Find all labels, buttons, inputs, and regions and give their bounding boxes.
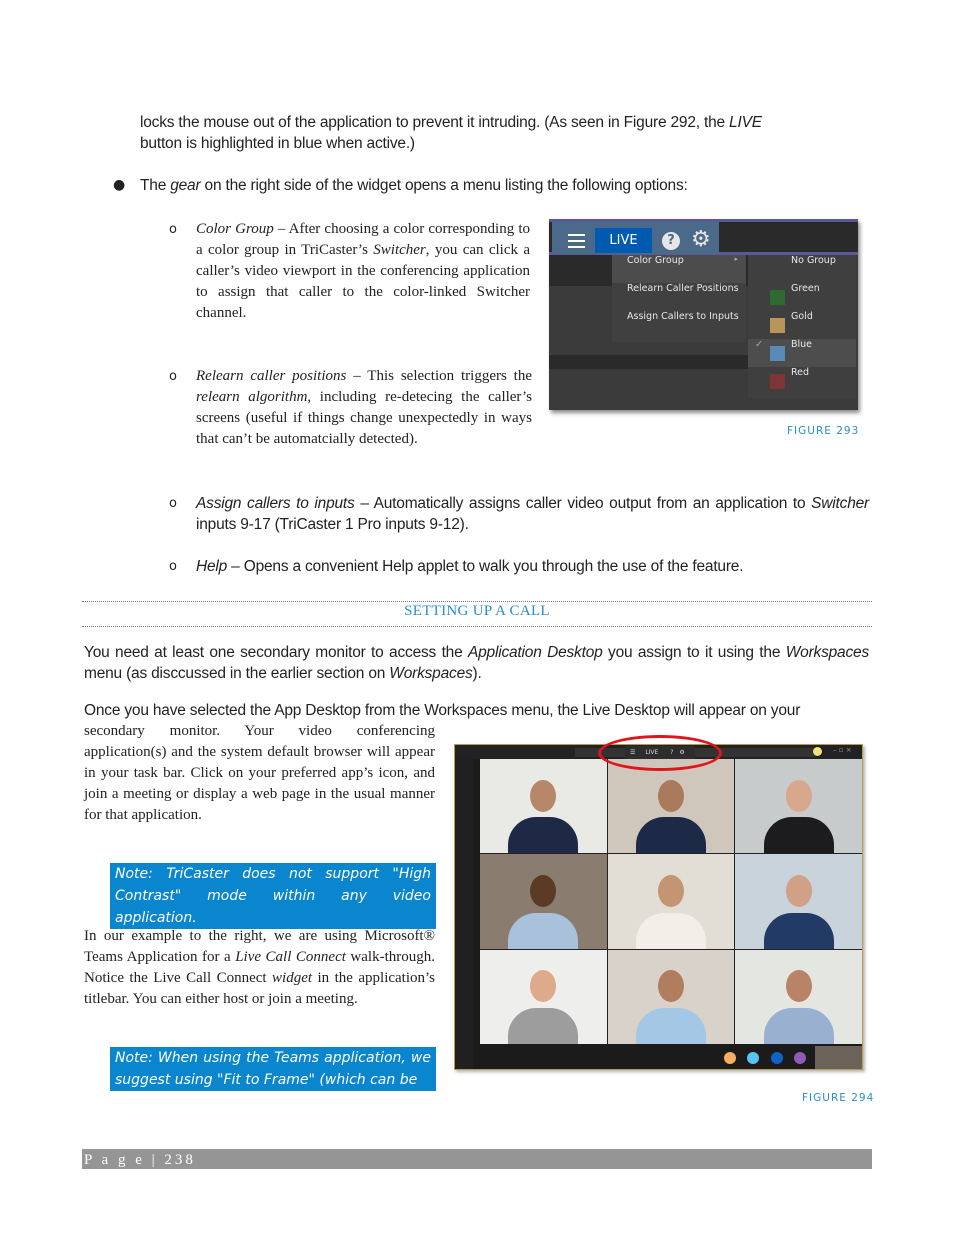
color-swatch [770, 346, 785, 361]
color-swatch [770, 374, 785, 389]
color-option-no-group[interactable]: No Group [748, 255, 856, 283]
gear-icon[interactable]: ⚙ [691, 229, 711, 251]
participant-tile[interactable] [480, 854, 607, 949]
option-relearn: Relearn caller positions – This selectio… [196, 368, 532, 447]
participant-tile[interactable] [480, 949, 607, 1044]
section-divider-bottom [82, 626, 872, 627]
sub-bullet-icon: o [169, 496, 177, 511]
live-button[interactable]: LIVE [595, 228, 652, 253]
sub-bullet-icon: o [169, 559, 177, 574]
section-divider-top [82, 601, 872, 602]
sub-bullet-icon: o [169, 369, 177, 384]
option-assign-callers: Assign callers to inputs – Automatically… [196, 495, 869, 533]
reaction-dot[interactable] [724, 1052, 736, 1064]
sub-bullet-icon: o [169, 222, 177, 237]
live-call-widget: LIVE ? ⚙ [552, 222, 719, 254]
color-option-red[interactable]: Red [748, 367, 856, 395]
highlight-ellipse [598, 735, 722, 771]
figure-294-teams-screenshot: ☰ LIVE ? ⚙ – ▫ × [454, 744, 863, 1070]
page-number: P a g e | 238 [84, 1152, 196, 1168]
paragraph-secondary-monitor: You need at least one secondary monitor … [84, 644, 869, 682]
background-strip [549, 355, 749, 369]
paragraph-app-desktop-cont: secondary monitor. Your video conferenci… [84, 723, 435, 823]
color-swatch [770, 290, 785, 305]
figure-293-screenshot: LIVE ? ⚙ Color Group ▸ Relearn Caller Po… [549, 219, 858, 410]
note-high-contrast: Note: TriCaster does not support "High C… [110, 863, 436, 929]
submenu-arrow-icon: ▸ [734, 255, 738, 263]
color-option-gold[interactable]: Gold [748, 311, 856, 339]
note-fit-to-frame: Note: When using the Teams application, … [110, 1047, 436, 1091]
menu-item-color-group[interactable]: Color Group ▸ [612, 255, 746, 283]
color-swatch [770, 318, 785, 333]
option-help: Help – Opens a convenient Help applet to… [196, 558, 744, 575]
window-controls[interactable]: – ▫ × [833, 746, 852, 754]
intro-paragraph: locks the mouse out of the application t… [140, 114, 762, 152]
reaction-dot[interactable] [771, 1052, 783, 1064]
color-option-blue[interactable]: ✓ Blue [748, 339, 856, 367]
section-heading: SETTING UP A CALL [404, 603, 550, 619]
page-footer-bar [82, 1149, 872, 1169]
participant-tile[interactable] [607, 949, 735, 1044]
figure-293-caption: FIGURE 293 [787, 425, 860, 437]
check-icon: ✓ [755, 339, 763, 350]
hamburger-icon[interactable] [568, 234, 585, 248]
option-color-group: Color Group – After choosing a color cor… [196, 221, 531, 321]
menu-item-assign[interactable]: Assign Callers to Inputs [612, 311, 746, 339]
color-group-submenu: No Group Green Gold ✓ Blue Red [748, 255, 856, 398]
figure-294-caption: FIGURE 294 [802, 1092, 875, 1104]
participant-tile[interactable] [607, 854, 735, 949]
paragraph-teams-example: In our example to the right, we are usin… [84, 928, 436, 1007]
help-icon[interactable]: ? [662, 232, 680, 250]
reaction-dot[interactable] [794, 1052, 806, 1064]
participant-tile[interactable] [480, 759, 607, 854]
participant-tile[interactable] [735, 949, 862, 1044]
participant-tile[interactable] [735, 759, 862, 854]
menu-item-relearn[interactable]: Relearn Caller Positions [612, 283, 746, 311]
self-preview [815, 1046, 862, 1069]
reaction-dot[interactable] [747, 1052, 759, 1064]
teams-sidebar [455, 759, 473, 1069]
gear-bullet-text: The gear on the right side of the widget… [140, 177, 688, 194]
gear-menu: Color Group ▸ Relearn Caller Positions A… [612, 255, 746, 342]
bullet-icon: ● [113, 177, 126, 193]
participant-tile[interactable] [607, 759, 735, 854]
paragraph-app-desktop: Once you have selected the App Desktop f… [84, 702, 801, 719]
video-grid [480, 759, 862, 1044]
user-avatar[interactable] [813, 747, 822, 756]
participant-tile[interactable] [735, 854, 862, 949]
color-option-green[interactable]: Green [748, 283, 856, 311]
